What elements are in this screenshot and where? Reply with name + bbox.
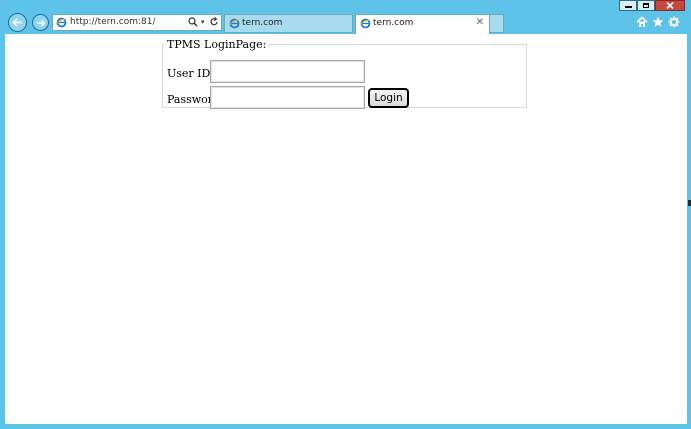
address-bar[interactable]: http://tern.com:81/ ▾ bbox=[52, 14, 222, 31]
minimize-button[interactable] bbox=[619, 0, 637, 11]
ie-page-icon bbox=[56, 17, 67, 28]
login-legend: TPMS LoginPage: bbox=[167, 38, 267, 51]
login-button[interactable]: Login bbox=[368, 88, 409, 108]
forward-button[interactable] bbox=[32, 14, 49, 31]
ie-page-icon bbox=[360, 18, 371, 29]
dropdown-arrow-icon[interactable]: ▾ bbox=[201, 16, 205, 29]
close-icon bbox=[666, 2, 674, 9]
user-id-label: User ID bbox=[167, 67, 211, 80]
arrow-left-icon bbox=[12, 18, 22, 27]
home-button[interactable] bbox=[635, 15, 649, 29]
maximize-icon bbox=[643, 3, 649, 8]
address-url[interactable]: http://tern.com:81/ bbox=[70, 16, 155, 29]
tab-active[interactable]: tern.com ✕ bbox=[355, 14, 490, 34]
arrow-right-icon bbox=[36, 19, 45, 26]
minimize-icon bbox=[624, 6, 632, 8]
user-id-input[interactable] bbox=[210, 60, 365, 83]
search-icon[interactable] bbox=[188, 16, 198, 28]
login-form: TPMS LoginPage: User ID Password Login bbox=[162, 38, 527, 109]
new-tab-button[interactable] bbox=[490, 14, 504, 33]
tab-inactive[interactable]: tern.com bbox=[224, 14, 353, 33]
back-button[interactable] bbox=[8, 13, 27, 32]
gear-icon bbox=[668, 16, 680, 28]
password-input[interactable] bbox=[210, 86, 365, 109]
refresh-icon[interactable] bbox=[209, 16, 219, 28]
tools-button[interactable] bbox=[667, 15, 681, 29]
ie-page-icon bbox=[229, 18, 240, 29]
page-content: TPMS LoginPage: User ID Password Login bbox=[5, 34, 687, 424]
favorites-button[interactable] bbox=[651, 15, 665, 29]
maximize-button[interactable] bbox=[637, 0, 655, 11]
tab-close-icon[interactable]: ✕ bbox=[476, 16, 484, 30]
close-window-button[interactable] bbox=[655, 0, 685, 11]
browser-chrome: http://tern.com:81/ ▾ tern.com tern.com … bbox=[0, 0, 691, 34]
home-icon bbox=[636, 16, 648, 27]
tab-label: tern.com bbox=[242, 18, 283, 28]
star-icon bbox=[652, 16, 664, 27]
tab-label: tern.com bbox=[373, 18, 414, 28]
